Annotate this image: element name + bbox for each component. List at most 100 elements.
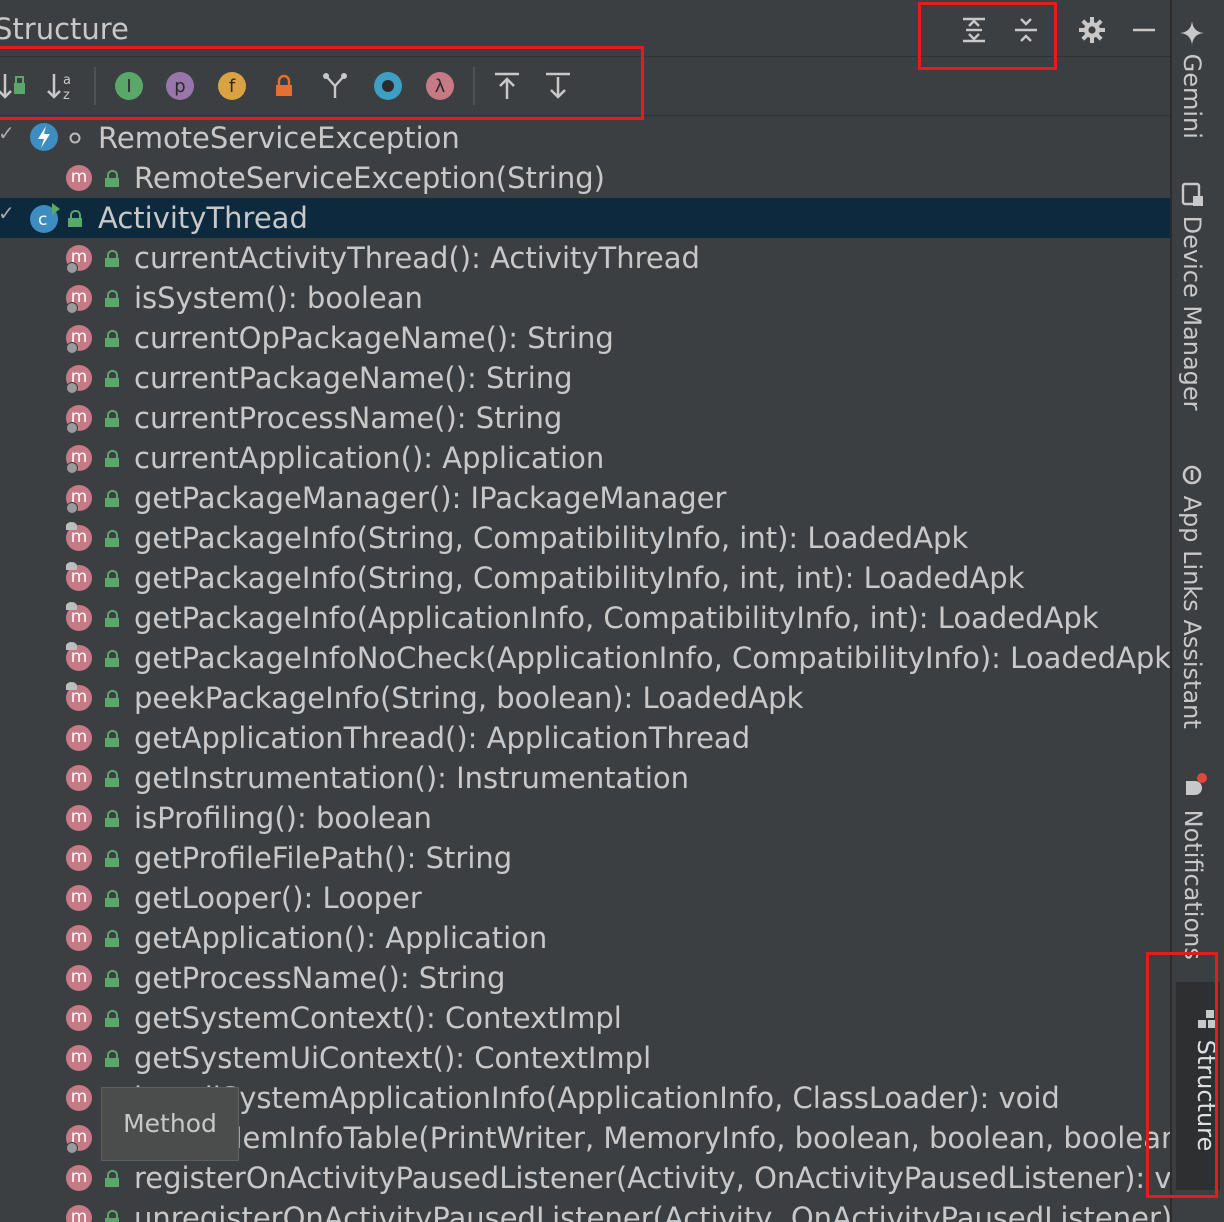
tree-node-label: getProcessName(): String (134, 961, 506, 995)
tree-node-class[interactable]: ✓ RemoteServiceException (0, 118, 1170, 158)
tab-label: Structure (1192, 1039, 1220, 1152)
lock-icon (103, 370, 121, 387)
svg-text:a: a (63, 73, 71, 88)
structure-toolbar: a z I p f λ (0, 56, 1170, 116)
override-marker-icon (66, 502, 78, 514)
tree-node-class-selected[interactable]: ✓ c ActivityThread (0, 198, 1170, 238)
sort-alphabetically-icon[interactable]: a z (44, 67, 82, 105)
override-marker-icon (66, 462, 78, 474)
override-marker-icon (66, 302, 78, 314)
lock-icon (103, 570, 121, 587)
exception-class-icon (30, 123, 58, 151)
lock-icon (103, 170, 121, 187)
lock-icon (103, 610, 121, 627)
tree-node-label: getSystemContext(): ContextImpl (134, 1001, 622, 1035)
lock-icon (103, 450, 121, 467)
tab-label: Device Manager (1178, 215, 1206, 411)
navigate-from-source-icon[interactable] (488, 67, 526, 105)
tree-node-method[interactable]: m getPackageManager(): IPackageManager (0, 478, 1170, 518)
chevron-down-icon[interactable]: ✓ (0, 121, 15, 145)
tree-node-method[interactable]: m currentProcessName(): String (0, 398, 1170, 438)
tree-node-method[interactable]: m getPackageInfo(String, CompatibilityInf… (0, 518, 1170, 558)
tree-node-label: unregisterOnActivityPausedListener(Activ… (134, 1201, 1170, 1222)
tree-node-method[interactable]: m peekPackageInfo(String, boolean): Loade… (0, 678, 1170, 718)
sort-by-visibility-icon[interactable] (0, 67, 32, 105)
method-icon: m (66, 1085, 92, 1111)
method-icon: m (66, 845, 92, 871)
tree-node-method[interactable]: m getProfileFilePath(): String (0, 838, 1170, 878)
method-icon: m (66, 1045, 92, 1071)
tree-node-method[interactable]: m registerOnActivityPausedListener(Activi… (0, 1158, 1170, 1198)
tree-node-method[interactable]: m unregisterOnActivityPausedListener(Acti… (0, 1198, 1170, 1222)
method-icon: m (66, 805, 92, 831)
method-icon: m (66, 765, 92, 791)
implements-marker-icon (66, 602, 77, 610)
svg-text:z: z (63, 88, 70, 103)
minimize-icon[interactable] (1126, 12, 1162, 48)
implements-marker-icon (66, 522, 77, 530)
toolbar-separator (473, 67, 475, 105)
tree-node-method[interactable]: m currentPackageName(): String (0, 358, 1170, 398)
tab-gemini[interactable]: Gemini (1178, 20, 1206, 139)
expand-all-icon[interactable] (956, 12, 992, 48)
show-properties-icon[interactable]: p (161, 67, 199, 105)
tab-notifications[interactable]: Notifications (1178, 772, 1208, 960)
panel-title: Structure (0, 12, 129, 46)
collapse-all-icon[interactable] (1008, 12, 1044, 48)
show-fields-icon[interactable]: f (213, 67, 251, 105)
method-icon: m (66, 965, 92, 991)
tree-node-label: getPackageInfoNoCheck(ApplicationInfo, C… (134, 641, 1170, 675)
show-anonymous-classes-icon[interactable] (316, 67, 354, 105)
tree-node-label: currentApplication(): Application (134, 441, 605, 475)
show-lambda-icon[interactable]: λ (421, 67, 459, 105)
link-icon (1182, 465, 1202, 485)
show-inherited-icon[interactable]: I (110, 67, 148, 105)
tree-node-method[interactable]: m isSystem(): boolean (0, 278, 1170, 318)
tree-node-label: dumpMemInfoTable(PrintWriter, MemoryInfo… (134, 1121, 1170, 1155)
tree-node-label: currentPackageName(): String (134, 361, 573, 395)
override-marker-icon (66, 382, 78, 394)
tree-node-method[interactable]: m getApplicationThread(): ApplicationThre… (0, 718, 1170, 758)
navigate-to-source-icon[interactable] (539, 67, 577, 105)
tree-node-method[interactable]: m currentOpPackageName(): String (0, 318, 1170, 358)
tree-node-label: peekPackageInfo(String, boolean): Loaded… (134, 681, 804, 715)
tree-node-method[interactable]: m getSystemUiContext(): ContextImpl (0, 1038, 1170, 1078)
tree-node-label: registerOnActivityPausedListener(Activit… (134, 1161, 1170, 1195)
lock-icon (103, 810, 121, 827)
method-icon: m (66, 885, 92, 911)
class-icon: c (30, 203, 60, 233)
tree-node-method[interactable]: m isProfiling(): boolean (0, 798, 1170, 838)
tree-node-method[interactable]: m currentActivityThread(): ActivityThread (0, 238, 1170, 278)
override-marker-icon (66, 342, 78, 354)
override-marker-icon (66, 422, 78, 434)
lock-icon (103, 650, 121, 667)
tree-node-method[interactable]: m getLooper(): Looper (0, 878, 1170, 918)
tree-node-method[interactable]: m getProcessName(): String (0, 958, 1170, 998)
tree-node-method[interactable]: m getApplication(): Application (0, 918, 1170, 958)
implements-marker-icon (66, 682, 77, 690)
lock-icon (103, 1170, 121, 1187)
tree-node-method[interactable]: m getPackageInfo(ApplicationInfo, Compati… (0, 598, 1170, 638)
method-icon: m (66, 925, 92, 951)
tree-node-label: getPackageInfo(String, CompatibilityInfo… (134, 521, 969, 555)
tree-node-method[interactable]: m getPackageInfo(String, CompatibilityInf… (0, 558, 1170, 598)
tree-node-method[interactable]: m currentApplication(): Application (0, 438, 1170, 478)
tab-label: App Links Assistant (1178, 495, 1206, 729)
fields-badge: f (218, 72, 246, 100)
tree-node-method[interactable]: m RemoteServiceException(String) (0, 158, 1170, 198)
gear-icon[interactable] (1074, 12, 1110, 48)
tab-structure[interactable]: Structure (1176, 982, 1220, 1190)
tab-device-manager[interactable]: Device Manager (1178, 182, 1206, 411)
show-non-public-icon[interactable] (265, 67, 303, 105)
tree-node-method[interactable]: m getInstrumentation(): Instrumentation (0, 758, 1170, 798)
chevron-down-icon[interactable]: ✓ (0, 201, 15, 225)
lock-icon (103, 770, 121, 787)
device-icon (1181, 182, 1203, 206)
tab-app-links-assistant[interactable]: App Links Assistant (1178, 462, 1206, 729)
show-lambdas-icon[interactable] (369, 67, 407, 105)
svg-text:c: c (38, 210, 47, 230)
structure-icon (1198, 1010, 1216, 1028)
tree-node-method[interactable]: m getPackageInfoNoCheck(ApplicationInfo, … (0, 638, 1170, 678)
tree-node-method[interactable]: m getSystemContext(): ContextImpl (0, 998, 1170, 1038)
override-marker-icon (66, 1142, 78, 1154)
